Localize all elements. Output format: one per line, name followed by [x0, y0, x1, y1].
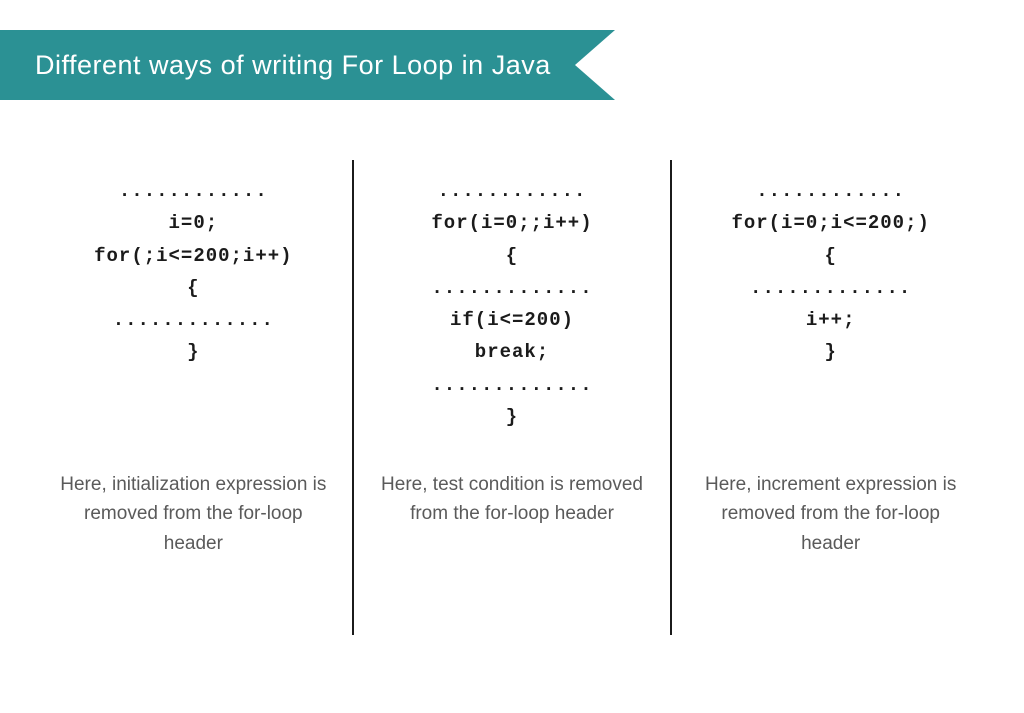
code-line: for(i=0;;i++): [431, 207, 592, 239]
code-line: if(i<=200): [431, 304, 592, 336]
caption-3: Here, increment expression is removed fr…: [692, 470, 969, 558]
code-line: i++;: [731, 304, 929, 336]
code-line: for(i=0;i<=200;): [731, 207, 929, 239]
code-line: break;: [431, 336, 592, 368]
code-line: {: [431, 240, 592, 272]
code-block-2: ............ for(i=0;;i++) { ...........…: [431, 175, 592, 445]
code-line: }: [94, 336, 292, 368]
banner-notch: [575, 30, 615, 100]
code-line: }: [731, 336, 929, 368]
code-line: }: [431, 401, 592, 433]
banner-title: Different ways of writing For Loop in Ja…: [35, 50, 551, 81]
code-line: ............: [731, 175, 929, 207]
code-line: .............: [431, 369, 592, 401]
code-line: .............: [431, 272, 592, 304]
code-block-3: ............ for(i=0;i<=200;) { ........…: [731, 175, 929, 445]
caption-1: Here, initialization expression is remov…: [55, 470, 332, 558]
title-banner: Different ways of writing For Loop in Ja…: [0, 30, 615, 100]
code-block-1: ............ i=0; for(;i<=200;i++) { ...…: [94, 175, 292, 445]
code-line: ............: [431, 175, 592, 207]
code-line: i=0;: [94, 207, 292, 239]
code-line: {: [731, 240, 929, 272]
column-2: ............ for(i=0;;i++) { ...........…: [354, 160, 673, 635]
code-line: for(;i<=200;i++): [94, 240, 292, 272]
code-line: .............: [94, 304, 292, 336]
code-line: {: [94, 272, 292, 304]
caption-2: Here, test condition is removed from the…: [374, 470, 651, 529]
columns-container: ............ i=0; for(;i<=200;i++) { ...…: [0, 160, 1024, 635]
column-1: ............ i=0; for(;i<=200;i++) { ...…: [35, 160, 354, 635]
code-line: .............: [731, 272, 929, 304]
column-3: ............ for(i=0;i<=200;) { ........…: [672, 160, 989, 635]
code-line: ............: [94, 175, 292, 207]
